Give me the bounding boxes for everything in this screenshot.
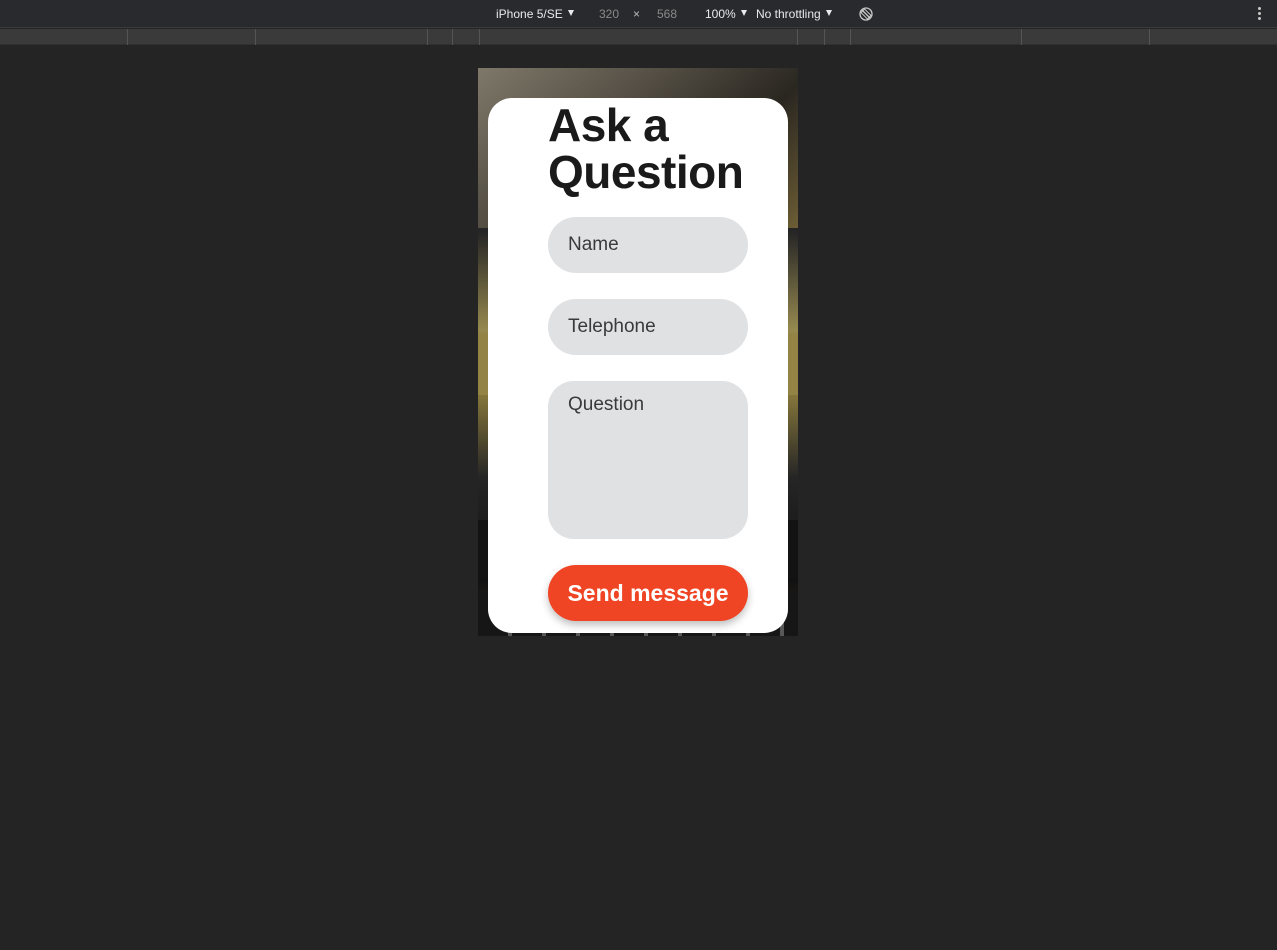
chevron-down-icon bbox=[740, 10, 747, 16]
device-select[interactable]: iPhone 5/SE bbox=[496, 7, 574, 21]
ruler-segment[interactable] bbox=[797, 29, 798, 45]
ruler-segment[interactable] bbox=[1021, 29, 1022, 45]
ruler-segment[interactable] bbox=[824, 29, 825, 45]
ruler-segment[interactable] bbox=[255, 29, 256, 45]
ruler-segment[interactable] bbox=[452, 29, 453, 45]
media-query-ruler bbox=[0, 29, 1277, 45]
ruler-segment[interactable] bbox=[127, 29, 128, 45]
height-input[interactable]: 568 bbox=[657, 7, 677, 21]
chevron-down-icon bbox=[825, 10, 832, 16]
device-select-label: iPhone 5/SE bbox=[496, 7, 563, 21]
throttling-select[interactable]: No throttling bbox=[756, 7, 832, 21]
width-input[interactable]: 320 bbox=[599, 7, 619, 21]
chevron-down-icon bbox=[567, 10, 574, 16]
device-viewport: Ask a Question Send message bbox=[478, 68, 798, 636]
ruler-segment[interactable] bbox=[1149, 29, 1150, 45]
devtools-device-toolbar: iPhone 5/SE 320 × 568 100% No throttling bbox=[0, 0, 1277, 28]
question-field[interactable] bbox=[548, 381, 748, 539]
ask-question-modal: Ask a Question Send message bbox=[488, 98, 788, 633]
ruler-segment[interactable] bbox=[427, 29, 428, 45]
modal-title: Ask a Question bbox=[548, 99, 744, 198]
zoom-select-label: 100% bbox=[705, 7, 736, 21]
throttling-select-label: No throttling bbox=[756, 7, 821, 21]
telephone-field[interactable] bbox=[548, 299, 748, 355]
name-field[interactable] bbox=[548, 217, 748, 273]
zoom-select[interactable]: 100% bbox=[705, 7, 747, 21]
kebab-menu-icon[interactable] bbox=[1257, 7, 1261, 21]
ruler-segment[interactable] bbox=[850, 29, 851, 45]
ruler-segment[interactable] bbox=[479, 29, 480, 45]
rotate-icon[interactable] bbox=[859, 7, 873, 21]
dimension-separator: × bbox=[633, 7, 641, 21]
send-message-button[interactable]: Send message bbox=[548, 565, 748, 621]
